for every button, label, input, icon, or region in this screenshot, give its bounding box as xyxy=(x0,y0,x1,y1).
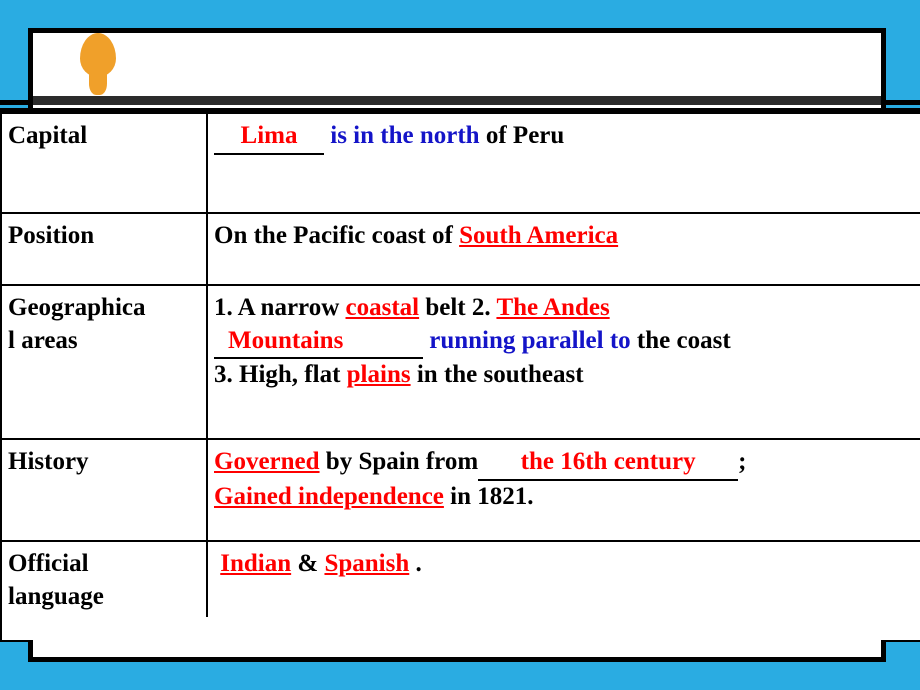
slide-footer xyxy=(33,617,881,657)
row-value-position: On the Pacific coast of South America xyxy=(206,212,920,286)
geo-label-line2: l areas xyxy=(8,326,78,354)
geo-answer-mountains: Mountains xyxy=(214,325,423,359)
official-answer-spanish: Spanish xyxy=(324,550,410,577)
slide: Capital Lima is in the north of Peru Pos… xyxy=(0,0,920,690)
row-value-capital: Lima is in the north of Peru xyxy=(206,112,920,214)
official-amp: & xyxy=(291,550,325,577)
row-value-geographical-areas: 1. A narrow coastal belt 2. The Andes Mo… xyxy=(206,284,920,440)
history-answer-independence: Gained independence xyxy=(214,482,444,510)
orange-balloon-pin-icon xyxy=(80,33,116,95)
position-head-text: On the Pacific coast of xyxy=(214,222,460,249)
geo-l2-c: the coast xyxy=(630,326,731,354)
peru-info-table: Capital Lima is in the north of Peru Pos… xyxy=(0,112,920,642)
official-label-line1: Official xyxy=(8,550,89,577)
row-label-history: History xyxy=(0,438,208,542)
official-period: . xyxy=(409,550,422,577)
geo-blue-phrase: running parallel to xyxy=(429,326,631,354)
geo-answer-andes: The Andes xyxy=(496,294,610,321)
row-value-history: Governed by Spain from the 16th century; … xyxy=(206,438,920,542)
official-label-line2: language xyxy=(8,582,104,610)
geo-line-3: 3. High, flat plains in the southeast xyxy=(214,359,916,392)
geo-l1-c: belt 2. xyxy=(419,294,497,321)
official-answer-indian: Indian xyxy=(220,550,292,577)
history-l1-d: ; xyxy=(738,448,747,475)
pin-tail xyxy=(89,67,107,95)
geo-line-2: Mountains running parallel to the coast xyxy=(214,325,916,359)
history-line-1: Governed by Spain from the 16th century; xyxy=(214,446,916,481)
geo-l3-a: 3. High, flat xyxy=(214,361,347,388)
history-l1-b: by Spain from xyxy=(319,448,479,475)
history-answer-governed: Governed xyxy=(214,448,320,475)
geo-line-1: 1. A narrow coastal belt 2. The Andes xyxy=(214,292,916,325)
geo-answer-coastal: coastal xyxy=(345,294,420,321)
header-rule-left-cap xyxy=(0,100,28,105)
header-rule-thick xyxy=(33,96,881,105)
slide-header xyxy=(33,33,881,101)
geo-answer-plains: plains xyxy=(346,361,411,388)
row-label-geographical-areas: Geographica l areas xyxy=(0,284,208,440)
geo-l3-c: in the southeast xyxy=(410,361,584,388)
header-rule-right-cap xyxy=(886,100,920,105)
table-row: Position On the Pacific coast of South A… xyxy=(0,212,920,286)
history-answer-century: the 16th century xyxy=(478,446,739,481)
capital-blue-phrase: is in the north xyxy=(330,122,480,149)
history-line-2: Gained independence in 1821. xyxy=(214,481,916,514)
geo-label-line1: Geographica xyxy=(8,294,146,321)
table-row: Capital Lima is in the north of Peru xyxy=(0,112,920,214)
table-row: Geographica l areas 1. A narrow coastal b… xyxy=(0,284,920,440)
row-label-position: Position xyxy=(0,212,208,286)
position-answer: South America xyxy=(459,222,619,249)
history-l2-b: in 1821. xyxy=(443,482,534,510)
capital-tail-text: of Peru xyxy=(485,122,565,149)
geo-l1-a: 1. A narrow xyxy=(214,294,346,321)
row-label-capital: Capital xyxy=(0,112,208,214)
capital-blank-answer: Lima xyxy=(214,120,324,155)
table-row: History Governed by Spain from the 16th c… xyxy=(0,438,920,542)
